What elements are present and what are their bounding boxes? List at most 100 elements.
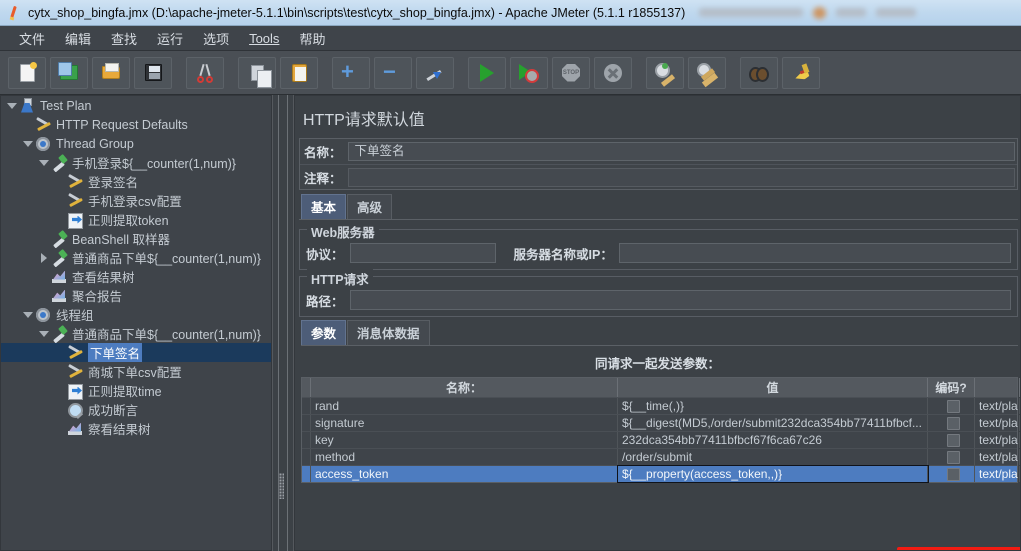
chevron-down-icon[interactable] (37, 327, 51, 341)
param-name-cell[interactable]: access_token (311, 466, 618, 482)
chevron-down-icon[interactable] (21, 308, 35, 322)
chevron-right-icon[interactable] (37, 251, 51, 265)
comment-input[interactable] (347, 167, 1015, 187)
tree-node[interactable]: 普通商品下单${__counter(1,num)} (1, 248, 271, 267)
content-type-cell[interactable]: text/pla (975, 415, 1020, 431)
tree-node[interactable]: 线程组 (1, 305, 271, 324)
encode-cell[interactable] (928, 398, 975, 414)
tree-node[interactable]: 普通商品下单${__counter(1,num)} (1, 324, 271, 343)
parameters-table[interactable]: 名称： 值 编码? rand ${__time(,)} text/pla signat… (301, 377, 1020, 483)
tree-node[interactable]: HTTP Request Defaults (1, 115, 271, 134)
tree-node[interactable]: 正则提取token (1, 210, 271, 229)
start-button[interactable] (468, 56, 506, 89)
encode-cell[interactable] (928, 449, 975, 465)
menu-search[interactable]: 查找 (102, 27, 146, 50)
path-input[interactable] (349, 290, 1011, 310)
assertion-icon (67, 402, 84, 418)
sampler-icon (51, 155, 68, 171)
param-value-cell[interactable]: 232dca354bb77411bfbcf67f6ca67c26 (618, 432, 928, 448)
menu-file[interactable]: 文件 (10, 27, 54, 50)
test-plan-tree[interactable]: Test Plan HTTP Request Defaults Thread Gro… (0, 95, 272, 551)
copy-button[interactable] (238, 56, 276, 89)
table-header-encode[interactable]: 编码? (928, 378, 975, 397)
tree-node[interactable]: 手机登录${__counter(1,num)} (1, 153, 271, 172)
table-header-name[interactable]: 名称： (311, 378, 618, 397)
chevron-down-icon[interactable] (5, 99, 19, 113)
menu-edit[interactable]: 编辑 (56, 27, 100, 50)
paste-button[interactable] (280, 56, 318, 89)
tree-node[interactable]: 下单签名 (1, 343, 271, 362)
encode-cell[interactable] (928, 415, 975, 431)
templates-button[interactable] (50, 56, 88, 89)
open-button[interactable] (92, 56, 130, 89)
table-row[interactable]: signature ${__digest(MD5,/order/submit232… (302, 414, 1020, 431)
content-type-cell[interactable]: text/pla (975, 449, 1020, 465)
clipboard-paste-icon (291, 63, 307, 82)
clear-all-button[interactable] (688, 56, 726, 89)
save-button[interactable] (134, 56, 172, 89)
tree-node[interactable]: 聚合报告 (1, 286, 271, 305)
toggle-button[interactable] (416, 56, 454, 89)
tree-node[interactable]: BeanShell 取样器 (1, 229, 271, 248)
param-value-cell[interactable]: ${__time(,)} (618, 398, 928, 414)
table-row[interactable]: method/order/submit text/pla (302, 448, 1020, 465)
param-name-cell[interactable]: key (311, 432, 618, 448)
tree-node[interactable]: Test Plan (1, 96, 271, 115)
menu-help[interactable]: 帮助 (290, 27, 334, 50)
reset-search-button[interactable] (782, 56, 820, 89)
menu-tools[interactable]: Tools (240, 29, 288, 48)
tree-node[interactable]: 手机登录csv配置 (1, 191, 271, 210)
name-input[interactable]: 下单签名 (347, 142, 1015, 161)
cut-button[interactable] (186, 56, 224, 89)
new-button[interactable] (8, 56, 46, 89)
stop-button[interactable]: STOP (552, 56, 590, 89)
chevron-down-icon[interactable] (21, 137, 35, 151)
param-value-cell[interactable]: /order/submit (618, 449, 928, 465)
table-row[interactable]: key 232dca354bb77411bfbcf67f6ca67c26 text/… (302, 431, 1020, 448)
tab-body-data[interactable]: 消息体数据 (347, 320, 430, 345)
start-no-pauses-button[interactable] (510, 56, 548, 89)
encode-cell[interactable] (928, 466, 975, 482)
tab-parameters[interactable]: 参数 (301, 320, 347, 345)
protocol-input[interactable] (349, 243, 496, 263)
content-type-cell[interactable]: text/pla (975, 466, 1020, 482)
tab-basic[interactable]: 基本 (301, 194, 347, 219)
content-type-cell[interactable]: text/pla (975, 398, 1020, 414)
tree-node[interactable]: 成功断言 (1, 400, 271, 419)
table-header-type[interactable] (975, 378, 1020, 397)
server-input[interactable] (618, 243, 1011, 263)
clear-button[interactable] (646, 56, 684, 89)
encode-checkbox[interactable] (946, 433, 960, 447)
encode-checkbox[interactable] (946, 450, 960, 464)
param-name-cell[interactable]: signature (311, 415, 618, 431)
menu-run[interactable]: 运行 (148, 27, 192, 50)
table-header-value[interactable]: 值 (618, 378, 928, 397)
table-row[interactable]: rand ${__time(,)} text/pla (302, 397, 1020, 414)
splitter-grip[interactable] (279, 473, 284, 499)
tree-node-label: HTTP Request Defaults (56, 117, 188, 132)
tree-node[interactable]: 正则提取time (1, 381, 271, 400)
encode-checkbox[interactable] (946, 399, 960, 413)
expand-all-button[interactable]: + (332, 56, 370, 89)
tree-node[interactable]: 商城下单csv配置 (1, 362, 271, 381)
encode-cell[interactable] (928, 432, 975, 448)
tree-node[interactable]: 查看结果树 (1, 267, 271, 286)
content-type-cell[interactable]: text/pla (975, 432, 1020, 448)
encode-checkbox[interactable] (946, 416, 960, 430)
search-button[interactable] (740, 56, 778, 89)
param-name-cell[interactable]: method (311, 449, 618, 465)
split-pane-divider[interactable] (272, 95, 294, 551)
collapse-all-button[interactable]: − (374, 56, 412, 89)
encode-checkbox[interactable] (946, 467, 960, 481)
param-name-cell[interactable]: rand (311, 398, 618, 414)
table-row[interactable]: access_token ${__property(access_token,,)… (302, 465, 1020, 483)
tree-node[interactable]: 登录签名 (1, 172, 271, 191)
param-value-cell[interactable]: ${__property(access_token,,)} (617, 465, 929, 483)
shutdown-button[interactable] (594, 56, 632, 89)
param-value-cell[interactable]: ${__digest(MD5,/order/submit232dca354bb7… (618, 415, 928, 431)
menu-options[interactable]: 选项 (194, 27, 238, 50)
chevron-down-icon[interactable] (37, 156, 51, 170)
tree-node[interactable]: Thread Group (1, 134, 271, 153)
tree-node[interactable]: 察看结果树 (1, 419, 271, 438)
tab-advanced[interactable]: 高级 (347, 194, 393, 219)
